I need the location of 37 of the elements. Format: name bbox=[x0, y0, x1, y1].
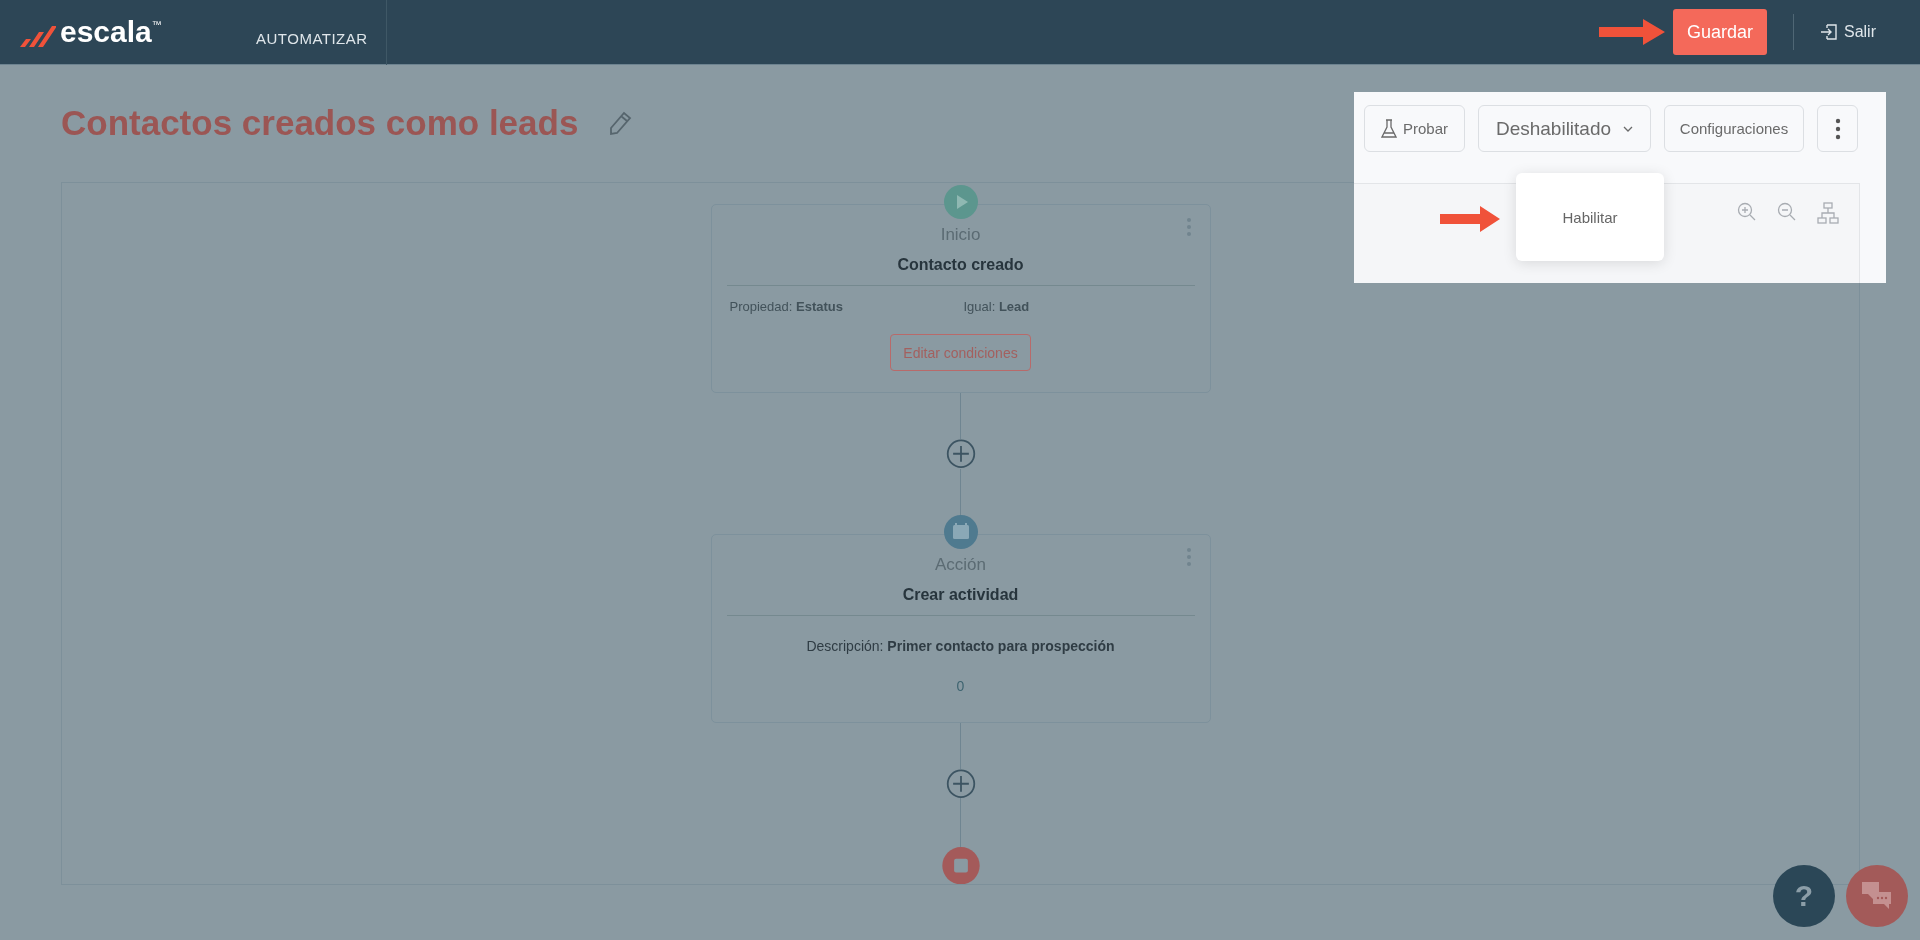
exit-link[interactable]: Salir bbox=[1820, 23, 1876, 41]
save-button[interactable]: Guardar bbox=[1672, 9, 1767, 55]
hierarchy-icon[interactable] bbox=[1817, 202, 1839, 224]
nav-item[interactable]: AUTOMATIZAR bbox=[250, 0, 387, 65]
chevron-down-icon bbox=[1623, 125, 1634, 132]
settings-button[interactable]: Configuraciones bbox=[1664, 105, 1804, 152]
pencil-icon[interactable] bbox=[608, 110, 633, 136]
count-text: 0 bbox=[956, 677, 965, 694]
test-button[interactable]: Probar bbox=[1364, 105, 1465, 152]
status-dropdown[interactable]: Deshabilitado bbox=[1478, 105, 1651, 152]
flask-icon bbox=[1381, 118, 1397, 139]
arrow-icon bbox=[1440, 206, 1500, 232]
logo-icon bbox=[20, 25, 56, 47]
stop-icon bbox=[941, 846, 980, 884]
logo-text: escala bbox=[60, 17, 152, 47]
more-button[interactable] bbox=[1817, 105, 1858, 152]
page-title: Contactos creados como leads bbox=[61, 103, 579, 143]
zoom-out-icon[interactable] bbox=[1777, 202, 1797, 222]
node-name: Contacto creado bbox=[897, 256, 1024, 274]
node-name: Crear actividad bbox=[902, 585, 1019, 604]
calendar-icon bbox=[942, 513, 979, 550]
menu-item[interactable]: Habilitar bbox=[1562, 208, 1618, 226]
arrow-icon bbox=[1598, 19, 1665, 45]
condition-text: Igual: Lead bbox=[962, 299, 1031, 314]
trademark: ™ bbox=[151, 19, 162, 30]
exit-icon bbox=[1820, 23, 1838, 41]
description-text: Descripción: Primer contacto para prospección bbox=[806, 637, 1115, 654]
more-icon[interactable] bbox=[1185, 217, 1192, 237]
add-step-icon[interactable] bbox=[945, 768, 976, 799]
zoom-in-icon[interactable] bbox=[1737, 202, 1757, 222]
chat-icon bbox=[1861, 881, 1893, 911]
help-button[interactable]: ? bbox=[1773, 865, 1835, 927]
play-icon bbox=[942, 184, 979, 220]
more-icon bbox=[1834, 117, 1841, 140]
condition-text: Propiedad: Estatus bbox=[728, 299, 844, 314]
add-step-icon[interactable] bbox=[945, 439, 976, 469]
more-icon[interactable] bbox=[1185, 546, 1192, 567]
